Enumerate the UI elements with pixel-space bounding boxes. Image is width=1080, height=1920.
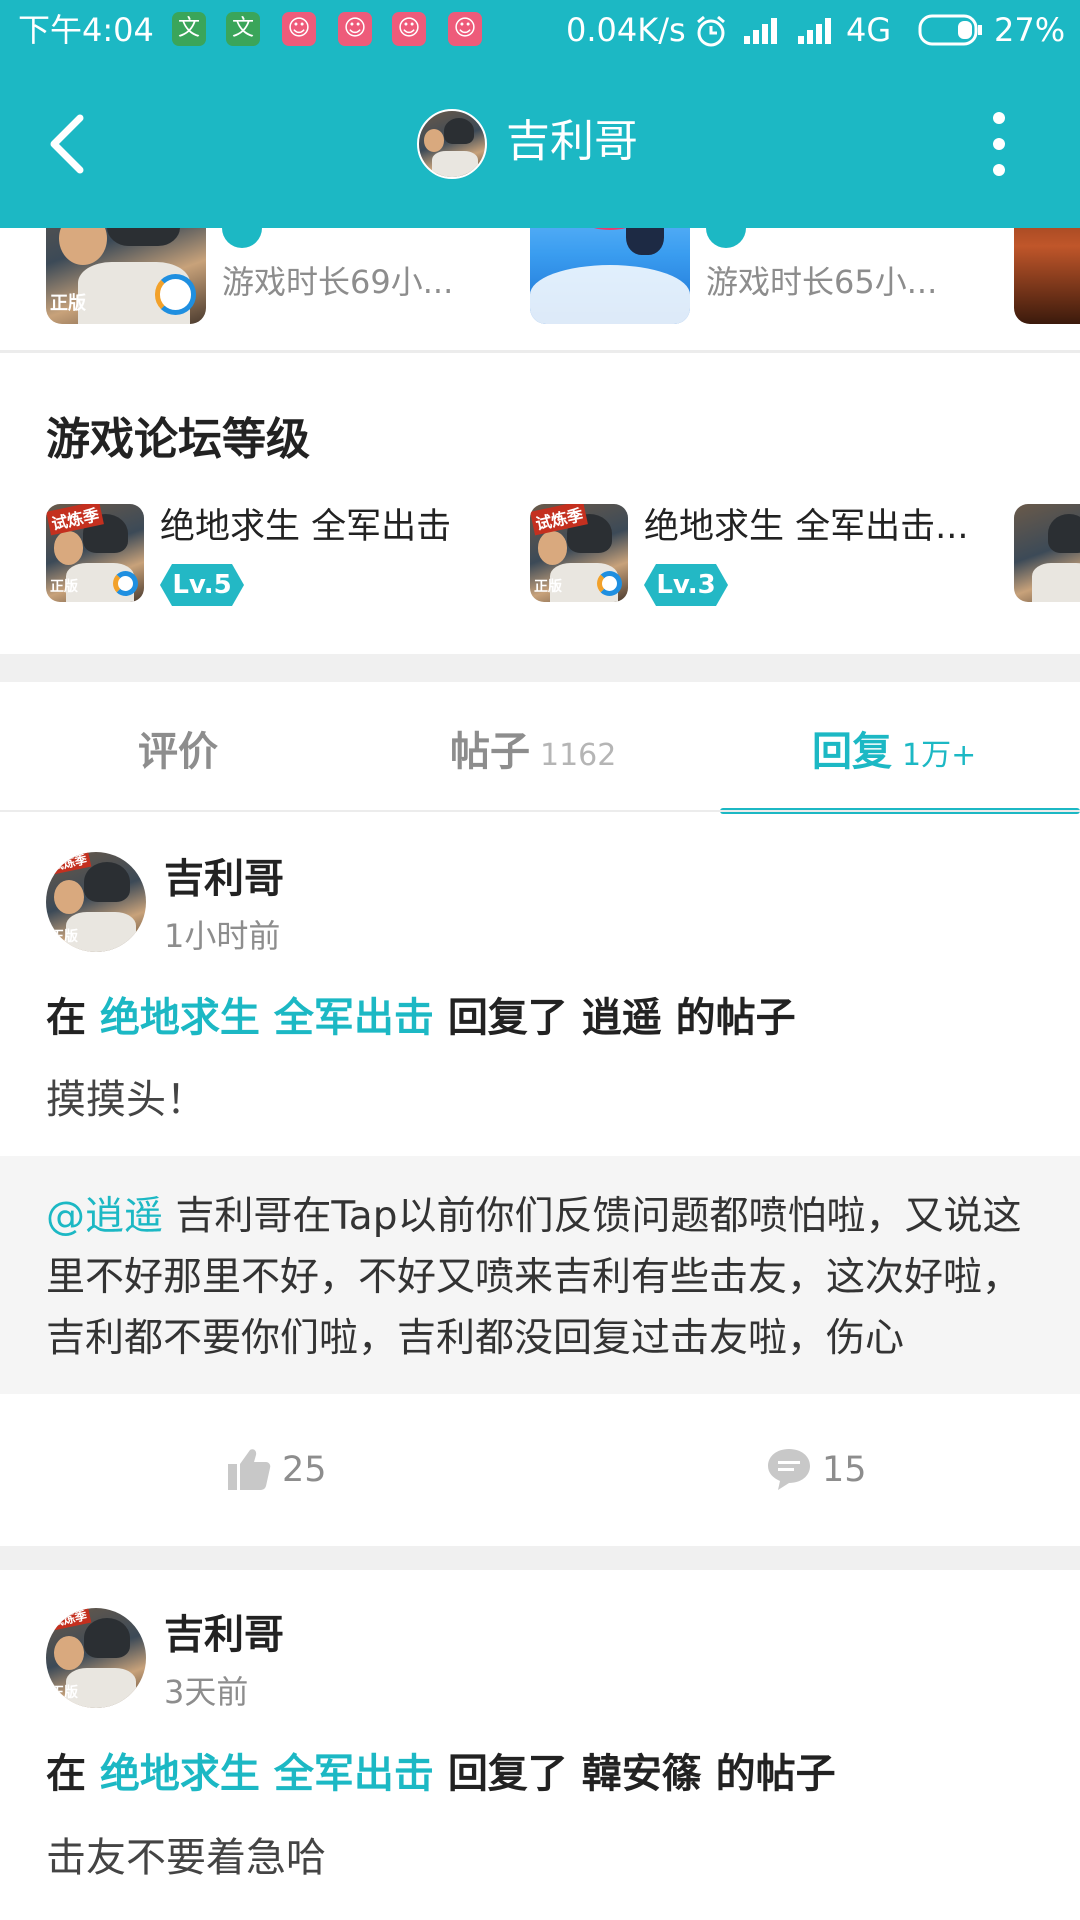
app-bar: 吉利哥 bbox=[0, 60, 1080, 228]
tab-replies[interactable]: 回复 1万+ bbox=[812, 722, 976, 782]
more-options-icon[interactable] bbox=[984, 112, 1014, 176]
play-time: 游戏时长69小... bbox=[222, 263, 454, 301]
divider bbox=[0, 810, 1080, 812]
quoted-text: @逍遥 吉利哥在Tap以前你们反馈问题都喷怕啦，又说这里不好那里不好，不好又喷来… bbox=[46, 1194, 1022, 1361]
like-count: 25 bbox=[282, 1450, 327, 1490]
battery-icon bbox=[918, 14, 982, 46]
user-avatar bbox=[417, 109, 487, 179]
game-link[interactable]: 绝地求生 全军出击 bbox=[100, 995, 434, 1041]
signal-icon bbox=[744, 18, 777, 44]
divider bbox=[0, 350, 1080, 353]
reply-text: 摸摸头！ bbox=[46, 1077, 206, 1123]
network-speed: 0.04K/s bbox=[566, 11, 686, 49]
forum-game-icon[interactable]: 试炼季 正版 bbox=[530, 504, 628, 602]
forum-game-icon-partial[interactable] bbox=[1014, 504, 1080, 602]
back-arrow-icon[interactable] bbox=[44, 110, 100, 178]
game-icon-partial[interactable] bbox=[1014, 228, 1080, 324]
thumbs-up-icon bbox=[228, 1449, 271, 1490]
forum-game-name[interactable]: 绝地求生 全军出击... bbox=[644, 502, 969, 552]
forum-game-icon[interactable]: 试炼季 正版 bbox=[46, 504, 144, 602]
rating-icon bbox=[222, 228, 262, 248]
post-time: 3天前 bbox=[164, 1673, 249, 1711]
level-badge: Lv.5 bbox=[160, 564, 244, 606]
author-avatar[interactable]: 试炼季 正版 bbox=[46, 1608, 146, 1708]
section-separator bbox=[0, 654, 1080, 682]
reply-context: 在 绝地求生 全军出击 回复了 韓安篠 的帖子 bbox=[46, 1751, 836, 1797]
reply-context: 在 绝地求生 全军出击 回复了 逍遥 的帖子 bbox=[46, 995, 796, 1041]
post-time: 1小时前 bbox=[164, 917, 281, 955]
author-avatar[interactable]: 试炼季 正版 bbox=[46, 852, 146, 952]
post-separator bbox=[0, 1546, 1080, 1570]
notification-face-icon: ☺ bbox=[448, 12, 482, 46]
tab-bar: 评价 帖子 1162 回复 1万+ bbox=[0, 682, 1080, 814]
status-time: 下午4:04 bbox=[18, 11, 154, 49]
played-games-strip: 正版 游戏时长69小... 游戏时长65小... bbox=[0, 228, 1080, 352]
alarm-icon bbox=[697, 15, 725, 47]
level-badge: Lv.3 bbox=[644, 564, 728, 606]
notification-text-icon: 文 bbox=[226, 12, 260, 46]
notification-face-icon: ☺ bbox=[392, 12, 426, 46]
author-name[interactable]: 吉利哥 bbox=[164, 1608, 284, 1662]
mention-link[interactable]: @逍遥 bbox=[46, 1194, 163, 1239]
notification-face-icon: ☺ bbox=[338, 12, 372, 46]
page-title: 吉利哥 bbox=[506, 116, 638, 167]
game-link[interactable]: 绝地求生 全军出击 bbox=[100, 1751, 434, 1797]
play-time: 游戏时长65小... bbox=[706, 263, 938, 301]
comment-count: 15 bbox=[822, 1450, 867, 1490]
status-bar: 下午4:04 文 文 ☺ ☺ ☺ ☺ 0.04K/s 4G 27% bbox=[0, 0, 1080, 60]
battery-level: 27% bbox=[994, 11, 1066, 49]
forum-level-title: 游戏论坛等级 bbox=[46, 414, 310, 465]
game-icon-cartoon[interactable] bbox=[530, 228, 690, 324]
tab-count: 1万+ bbox=[902, 738, 977, 773]
reply-text: 击友不要着急哈 bbox=[46, 1835, 326, 1881]
tab-reviews[interactable]: 评价 bbox=[138, 722, 218, 782]
game-icon-pubg[interactable]: 正版 bbox=[46, 228, 206, 324]
quoted-post[interactable]: @逍遥 吉利哥在Tap以前你们反馈问题都喷怕啦，又说这里不好那里不好，不好又喷来… bbox=[0, 1156, 1080, 1394]
forum-game-name[interactable]: 绝地求生 全军出击 bbox=[160, 502, 451, 552]
network-type: 4G bbox=[846, 11, 892, 49]
notification-text-icon: 文 bbox=[172, 12, 206, 46]
signal-icon bbox=[798, 18, 831, 44]
notification-face-icon: ☺ bbox=[282, 12, 316, 46]
tab-posts[interactable]: 帖子 1162 bbox=[450, 722, 616, 782]
tab-count: 1162 bbox=[540, 738, 617, 773]
author-name[interactable]: 吉利哥 bbox=[164, 852, 284, 906]
rating-icon bbox=[706, 228, 746, 248]
comment-icon bbox=[768, 1449, 810, 1490]
